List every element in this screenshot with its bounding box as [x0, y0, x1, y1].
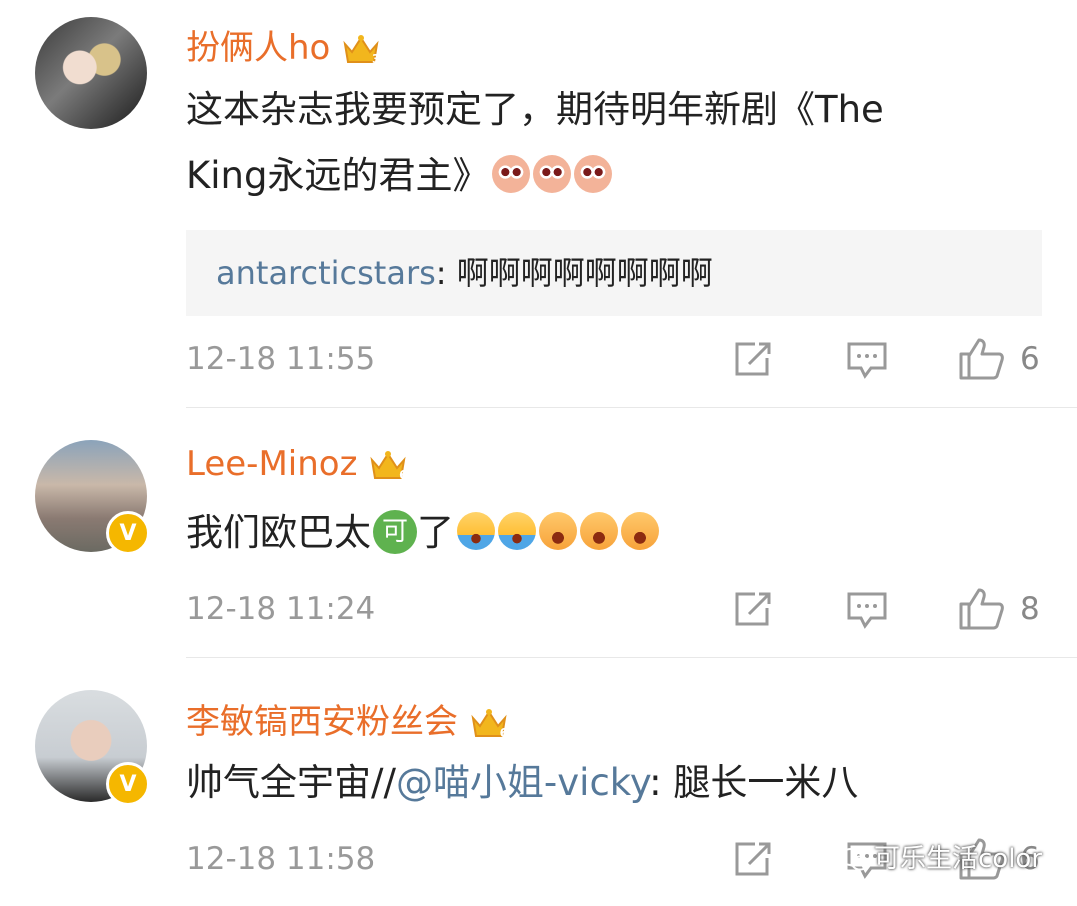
comment-text: 这本杂志我要预定了，期待明年新剧《The King永远的君主》 [186, 77, 884, 209]
wechat-icon [840, 847, 870, 873]
comment-button[interactable] [845, 590, 889, 630]
username-label[interactable]: 扮俩人ho [186, 28, 330, 68]
ghost-emoji-icon [533, 154, 572, 193]
comment-text-part: : 腿长一米八 [649, 761, 859, 804]
comment-icon [847, 342, 887, 379]
reply-colon: : [435, 254, 457, 292]
thumbs-up-icon [959, 338, 1004, 380]
like-count: 6 [1020, 341, 1040, 377]
repost-button[interactable] [731, 590, 775, 630]
vip-level: 6 [499, 725, 508, 740]
ke-emoji-icon: 可 [373, 509, 417, 554]
like-count: 8 [1020, 591, 1040, 627]
verified-badge-icon: V [106, 511, 150, 555]
comment-text-line: King永远的君主》 [186, 154, 490, 197]
repost-icon [735, 842, 771, 876]
divider [186, 657, 1077, 658]
watermark-text: 可乐生活color [874, 844, 1043, 874]
like-button[interactable] [957, 336, 1005, 380]
vip-crown-icon: 6 [470, 706, 508, 742]
ghost-emoji-icon [574, 154, 613, 193]
repost-icon [735, 592, 771, 626]
comment-button[interactable] [845, 340, 889, 380]
comment-text-line: 这本杂志我要预定了，期待明年新剧《The [186, 88, 884, 131]
comment-text-part: 了 [417, 511, 454, 554]
angry-emoji-icon [580, 511, 618, 550]
comment-time: 12-18 11:24 [186, 591, 376, 627]
angry-emoji-icon [621, 511, 659, 550]
repost-button[interactable] [731, 340, 775, 380]
repost-icon [735, 342, 771, 376]
comment-icon [847, 592, 887, 629]
comment-text: 我们欧巴太可了 [186, 500, 659, 566]
comment-username[interactable]: 李敏镐西安粉丝会 6 [186, 694, 508, 743]
avatar[interactable] [35, 17, 147, 129]
comment-username[interactable]: 扮俩人ho 3 [186, 20, 380, 69]
username-label[interactable]: 李敏镐西安粉丝会 [186, 702, 458, 742]
crying-emoji-icon [457, 511, 495, 550]
reply-username[interactable]: antarcticstars [216, 254, 436, 292]
mention-link[interactable]: @喵小姐-vicky [396, 761, 649, 804]
comment-time: 12-18 11:55 [186, 341, 376, 377]
username-label[interactable]: Lee-Minoz [186, 444, 357, 484]
crying-emoji-icon [498, 511, 536, 550]
comment-text-part: 我们欧巴太 [186, 511, 371, 554]
like-button[interactable] [957, 586, 1005, 630]
angry-emoji-icon [539, 511, 577, 550]
reply-preview[interactable]: antarcticstars: 啊啊啊啊啊啊啊啊 [186, 230, 1042, 316]
ghost-emoji-icon [492, 154, 531, 193]
comment-text: 帅气全宇宙//@喵小姐-vicky: 腿长一米八 [186, 750, 858, 816]
vip-crown-icon: 3 [342, 32, 380, 68]
vip-crown-icon: 6 [369, 448, 407, 484]
comment-text-part: 帅气全宇宙// [186, 761, 396, 804]
verified-badge-icon: V [106, 762, 150, 806]
thumbs-up-icon [959, 588, 1004, 630]
comment-time: 12-18 11:58 [186, 841, 376, 877]
repost-button[interactable] [731, 840, 775, 880]
watermark: 可乐生活color [840, 838, 1042, 875]
vip-level: 6 [399, 467, 408, 482]
comment-text-line-2: King永远的君主》 [186, 143, 884, 209]
divider [186, 407, 1077, 408]
comment-username[interactable]: Lee-Minoz 6 [186, 444, 407, 484]
vip-level: 3 [372, 51, 381, 66]
reply-text: 啊啊啊啊啊啊啊啊 [456, 254, 713, 292]
